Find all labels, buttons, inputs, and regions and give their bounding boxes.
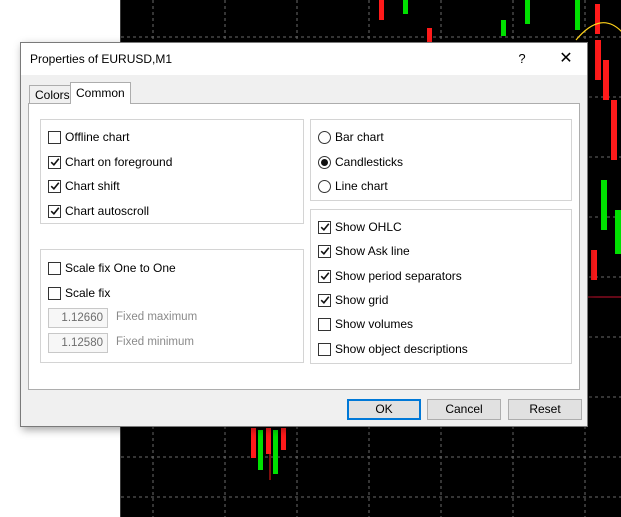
checkbox-label: Show Ask line (335, 244, 410, 258)
checkbox-checked[interactable] (318, 244, 331, 258)
checkbox-label: Show OHLC (335, 220, 402, 234)
checkbox-label: Show grid (335, 293, 389, 307)
radio-circle[interactable] (318, 130, 331, 144)
fixed-maximum-input[interactable]: 1.12660 (48, 308, 108, 328)
show-period-separators-checkbox[interactable]: Show period separators (318, 267, 462, 285)
candles-right (591, 40, 621, 280)
radio-label: Line chart (335, 179, 388, 193)
radio-circle[interactable] (318, 179, 331, 193)
checkbox-checked[interactable] (318, 269, 331, 283)
chart-shift-checkbox[interactable]: Chart shift (48, 177, 120, 195)
radio-label: Candlesticks (335, 155, 404, 169)
fixed-minimum-input[interactable]: 1.12580 (48, 333, 108, 353)
checkbox-checked[interactable] (318, 220, 331, 234)
checkbox-checked[interactable] (48, 204, 61, 218)
show-grid-checkbox[interactable]: Show grid (318, 291, 388, 309)
cancel-button[interactable]: Cancel (427, 399, 501, 420)
radio-selected-dot (321, 158, 328, 166)
chart-type-group: Bar chart Candlesticks Line chart (310, 119, 572, 201)
candles-bottom (251, 428, 286, 480)
common-tab-panel: Offline chart Chart on foreground Chart … (28, 103, 580, 390)
scale-fix-one-to-one-checkbox[interactable]: Scale fix One to One (48, 259, 176, 277)
checkbox-label: Scale fix (65, 286, 111, 300)
checkbox-label: Show volumes (335, 317, 414, 331)
close-button[interactable]: ✕ (551, 47, 581, 71)
checkbox-box[interactable] (48, 261, 61, 275)
show-options-group: Show OHLC Show Ask line Show period sepa… (310, 209, 572, 364)
ok-button[interactable]: OK (347, 399, 421, 420)
fixed-minimum-label: Fixed minimum (116, 336, 194, 348)
show-ask-line-checkbox[interactable]: Show Ask line (318, 242, 410, 260)
help-button[interactable]: ? (509, 49, 535, 69)
dialog-title: Properties of EURUSD,M1 (30, 52, 173, 66)
scale-options-group: Scale fix One to One Scale fix 1.12660 F… (40, 249, 304, 363)
checkbox-checked[interactable] (48, 155, 61, 169)
show-object-descriptions-checkbox[interactable]: Show object descriptions (318, 340, 468, 358)
checkbox-label: Chart autoscroll (65, 204, 150, 218)
radio-label: Bar chart (335, 130, 384, 144)
dialog-titlebar[interactable]: Properties of EURUSD,M1 ? ✕ (21, 43, 587, 75)
tab-colors[interactable]: Colors (29, 85, 76, 104)
candlesticks-radio[interactable]: Candlesticks (318, 153, 403, 171)
checkbox-checked[interactable] (48, 179, 61, 193)
chart-options-group: Offline chart Chart on foreground Chart … (40, 119, 304, 224)
tab-common[interactable]: Common (70, 82, 131, 104)
checkbox-label: Offline chart (65, 130, 130, 144)
bar-chart-radio[interactable]: Bar chart (318, 128, 384, 146)
checkbox-box[interactable] (318, 342, 331, 356)
checkbox-box[interactable] (48, 130, 61, 144)
checkbox-checked[interactable] (318, 293, 331, 307)
reset-button[interactable]: Reset (508, 399, 582, 420)
offline-chart-checkbox[interactable]: Offline chart (48, 128, 129, 146)
checkbox-label: Chart shift (65, 179, 120, 193)
checkbox-label: Scale fix One to One (65, 261, 176, 275)
properties-dialog: Properties of EURUSD,M1 ? ✕ Colors Commo… (20, 42, 588, 427)
fixed-maximum-label: Fixed maximum (116, 311, 198, 323)
chart-on-foreground-checkbox[interactable]: Chart on foreground (48, 153, 172, 171)
checkbox-label: Chart on foreground (65, 155, 173, 169)
radio-circle[interactable] (318, 155, 331, 169)
show-volumes-checkbox[interactable]: Show volumes (318, 315, 413, 333)
checkbox-label: Show period separators (335, 269, 462, 283)
checkbox-box[interactable] (318, 317, 331, 331)
chart-autoscroll-checkbox[interactable]: Chart autoscroll (48, 202, 149, 220)
line-chart-radio[interactable]: Line chart (318, 177, 388, 195)
scale-fix-checkbox[interactable]: Scale fix (48, 284, 110, 302)
checkbox-box[interactable] (48, 286, 61, 300)
checkbox-label: Show object descriptions (335, 342, 468, 356)
show-ohlc-checkbox[interactable]: Show OHLC (318, 218, 402, 236)
